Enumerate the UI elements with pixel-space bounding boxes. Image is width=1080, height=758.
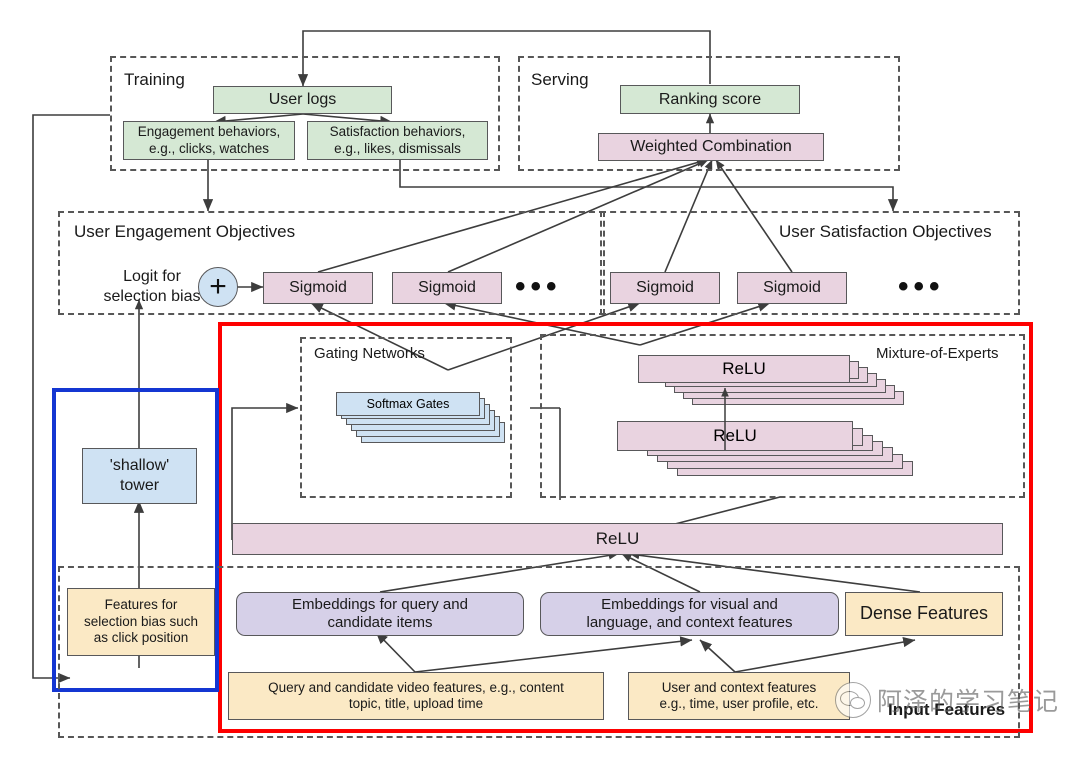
expert-relu-top-front: ReLU <box>638 355 850 383</box>
sigmoid-engagement-1: Sigmoid <box>263 272 373 304</box>
group-training-label: Training <box>124 70 185 89</box>
sigmoid-satisfaction-1: Sigmoid <box>610 272 720 304</box>
architecture-diagram: Training User logs Engagement behaviors,… <box>0 0 1080 758</box>
group-gating-networks-label: Gating Networks <box>314 345 425 362</box>
wechat-icon <box>835 682 871 718</box>
query-candidate-video-features-box: Query and candidate video features, e.g.… <box>228 672 604 720</box>
watermark-text: 阿泽的学习笔记 <box>877 687 1060 716</box>
engagement-behaviors-box: Engagement behaviors, e.g., clicks, watc… <box>123 121 295 160</box>
sigmoid-satisfaction-2: Sigmoid <box>737 272 847 304</box>
sum-plus-icon: + <box>198 267 238 307</box>
group-serving-label: Serving <box>531 70 589 89</box>
group-user-engagement-label: User Engagement Objectives <box>74 222 296 241</box>
weighted-combination-box: Weighted Combination <box>598 133 824 161</box>
user-context-features-box: User and context features e.g., time, us… <box>628 672 850 720</box>
embeddings-visual-language-box: Embeddings for visual and language, and … <box>540 592 839 636</box>
softmax-gates-stack: Softmax Gates <box>336 392 506 452</box>
group-user-satisfaction-label: User Satisfaction Objectives <box>779 222 992 241</box>
engagement-ellipsis: ••• <box>515 270 562 303</box>
shallow-tower-box: 'shallow' tower <box>82 448 197 504</box>
shared-bottom-relu-bar: ReLU <box>232 523 1003 555</box>
logit-selection-bias-label: Logit for selection bias <box>103 268 201 305</box>
ranking-score-box: Ranking score <box>620 85 800 114</box>
satisfaction-behaviors-box: Satisfaction behaviors, e.g., likes, dis… <box>307 121 488 160</box>
expert-relu-bottom-stack: ReLU <box>617 421 917 501</box>
softmax-gates-front: Softmax Gates <box>336 392 480 416</box>
expert-relu-bottom-front: ReLU <box>617 421 853 451</box>
embeddings-query-candidate-box: Embeddings for query and candidate items <box>236 592 524 636</box>
sigmoid-engagement-2: Sigmoid <box>392 272 502 304</box>
dense-features-box: Dense Features <box>845 592 1003 636</box>
satisfaction-ellipsis: ••• <box>898 270 945 303</box>
watermark: 阿泽的学习笔记 <box>835 682 1059 718</box>
user-logs-box: User logs <box>213 86 392 114</box>
